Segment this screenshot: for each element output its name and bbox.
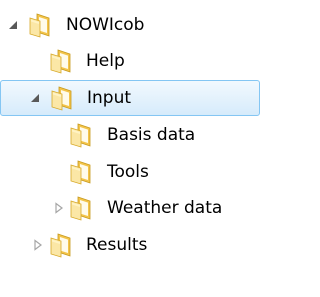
tree-item-label: NOWIcob	[66, 15, 145, 35]
tree-item-results[interactable]: Results	[0, 227, 260, 263]
expand-arrow-icon[interactable]	[29, 92, 41, 104]
tree-item-label: Results	[86, 235, 148, 255]
tree-item-label: Basis data	[107, 125, 196, 145]
folder-tree: NOWIcob Help Input Basis data Tools Weat…	[0, 0, 260, 297]
tree-item-label: Help	[86, 51, 125, 71]
folder-icon	[68, 159, 98, 185]
folder-icon	[68, 195, 98, 221]
folder-icon	[48, 48, 78, 74]
folder-icon	[49, 85, 79, 111]
tree-item-input[interactable]: Input	[0, 80, 260, 116]
tree-item-basis-data[interactable]: Basis data	[0, 117, 260, 153]
folder-icon	[27, 12, 57, 38]
tree-item-tools[interactable]: Tools	[0, 154, 260, 190]
tree-item-nowicob[interactable]: NOWIcob	[0, 7, 260, 43]
tree-item-help[interactable]: Help	[0, 43, 260, 79]
tree-item-weather-data[interactable]: Weather data	[0, 190, 260, 226]
folder-icon	[48, 232, 78, 258]
tree-item-label: Weather data	[107, 198, 223, 218]
collapse-arrow-icon[interactable]	[53, 202, 65, 214]
folder-icon	[68, 122, 98, 148]
tree-item-label: Tools	[107, 162, 149, 182]
collapse-arrow-icon[interactable]	[32, 239, 44, 251]
expand-arrow-icon[interactable]	[7, 19, 19, 31]
tree-item-label: Input	[87, 88, 132, 108]
